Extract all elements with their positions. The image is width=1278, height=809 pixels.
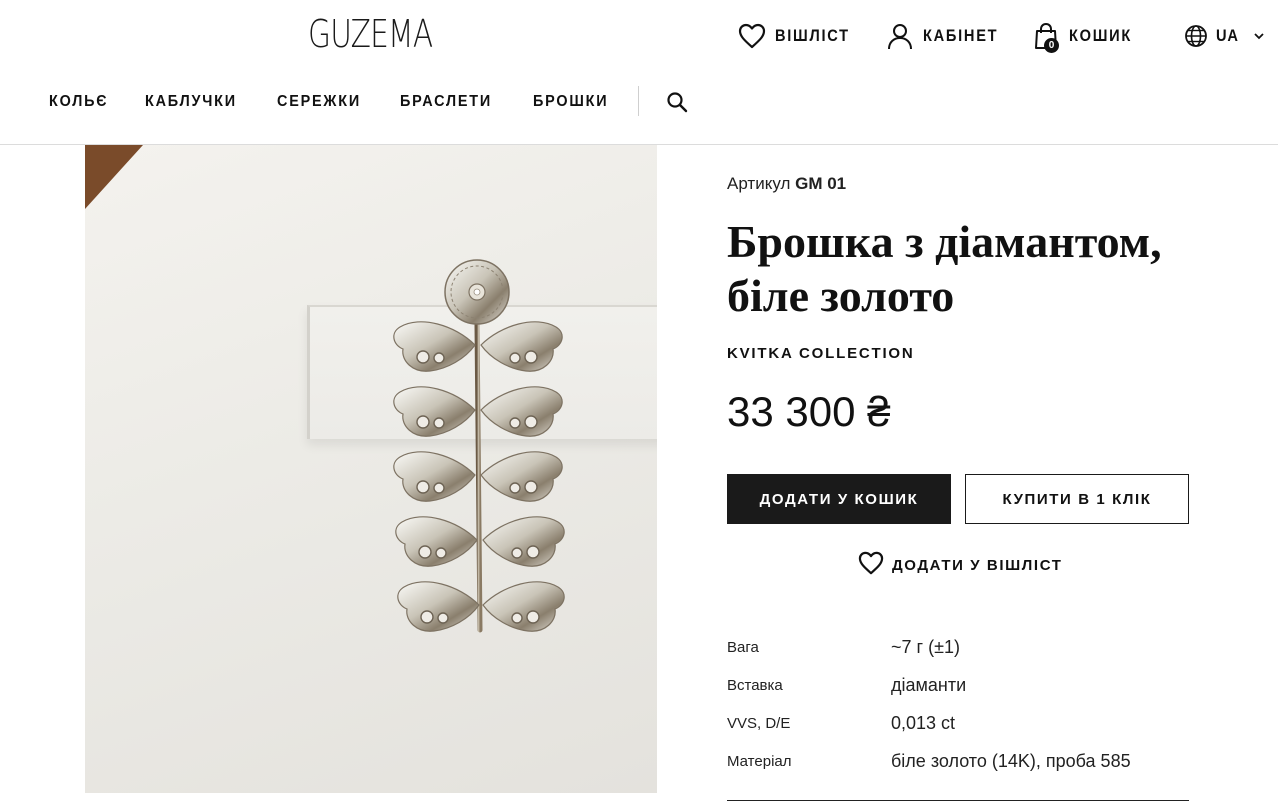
- main-nav: КОЛЬЄ КАБЛУЧКИ СЕРЕЖКИ БРАСЛЕТИ БРОШКИ: [49, 88, 646, 116]
- spec-key-weight: Вага: [727, 638, 759, 656]
- add-to-cart-button[interactable]: ДОДАТИ У КОШИК: [727, 474, 951, 524]
- globe-icon: [1184, 20, 1208, 52]
- cart-label: КОШИК: [1069, 26, 1133, 45]
- language-selector[interactable]: UA: [1184, 18, 1265, 54]
- buy-one-click-button[interactable]: КУПИТИ В 1 КЛІК: [965, 474, 1189, 524]
- spec-key-insert: Вставка: [727, 676, 783, 694]
- photo-background-corner: [85, 145, 143, 209]
- nav-item-necklaces[interactable]: КОЛЬЄ: [49, 93, 108, 111]
- add-to-wishlist-label: ДОДАТИ У ВІШЛІСТ: [892, 556, 1063, 574]
- spec-row: Вставка діаманти: [727, 666, 1189, 704]
- heart-icon: [858, 551, 884, 580]
- sku-label: Артикул: [727, 174, 791, 193]
- nav-item-brooches[interactable]: БРОШКИ: [533, 93, 608, 111]
- language-label: UA: [1216, 26, 1239, 45]
- cart-link[interactable]: 0 КОШИК: [1031, 18, 1142, 54]
- spec-value-clarity: 0,013 ct: [891, 712, 956, 733]
- product-specs: Вага ~7 г (±1) Вставка діаманти VVS, D/E…: [727, 628, 1189, 780]
- specs-divider: [727, 800, 1189, 801]
- cart-count-badge: 0: [1044, 38, 1059, 53]
- spec-row: VVS, D/E 0,013 ct: [727, 704, 1189, 742]
- nav-divider: [638, 86, 639, 116]
- product-title: Брошка з діамантом, біле золото: [727, 216, 1162, 321]
- nav-item-earrings[interactable]: СЕРЕЖКИ: [277, 93, 361, 111]
- bag-icon: 0: [1031, 20, 1061, 53]
- product-price: 33 300 ₴: [727, 388, 891, 435]
- brooch-illustration: [393, 259, 565, 633]
- wishlist-label: ВІШЛІСТ: [775, 26, 850, 45]
- spec-row: Матеріал біле золото (14K), проба 585: [727, 742, 1189, 780]
- spec-value-material: біле золото (14K), проба 585: [891, 750, 1131, 771]
- account-link[interactable]: КАБІНЕТ: [885, 18, 1011, 54]
- spec-row: Вага ~7 г (±1): [727, 628, 1189, 666]
- product-collection[interactable]: KVITKA COLLECTION: [727, 345, 915, 362]
- product-sku: Артикул GM 01: [727, 174, 846, 194]
- account-label: КАБІНЕТ: [923, 26, 999, 45]
- nav-item-bracelets[interactable]: БРАСЛЕТИ: [400, 93, 492, 111]
- spec-value-weight: ~7 г (±1): [891, 636, 960, 657]
- site-header: GUZEMA ВІШЛІСТ КАБІНЕТ 0 КОШИК UA КОЛЬЄ …: [0, 0, 1278, 145]
- wishlist-link[interactable]: ВІШЛІСТ: [737, 18, 862, 54]
- spec-key-clarity: VVS, D/E: [727, 714, 791, 732]
- heart-icon: [737, 20, 767, 52]
- sku-value: GM 01: [795, 174, 847, 193]
- add-to-wishlist-button[interactable]: ДОДАТИ У ВІШЛІСТ: [858, 551, 1063, 580]
- header-actions: ВІШЛІСТ КАБІНЕТ 0 КОШИК UA: [0, 18, 1278, 58]
- chevron-down-icon: [1253, 31, 1265, 41]
- nav-item-rings[interactable]: КАБЛУЧКИ: [145, 93, 237, 111]
- spec-value-insert: діаманти: [891, 674, 967, 695]
- product-image[interactable]: [85, 145, 657, 793]
- user-icon: [885, 20, 915, 52]
- search-icon[interactable]: [665, 90, 689, 114]
- spec-key-material: Матеріал: [727, 752, 792, 770]
